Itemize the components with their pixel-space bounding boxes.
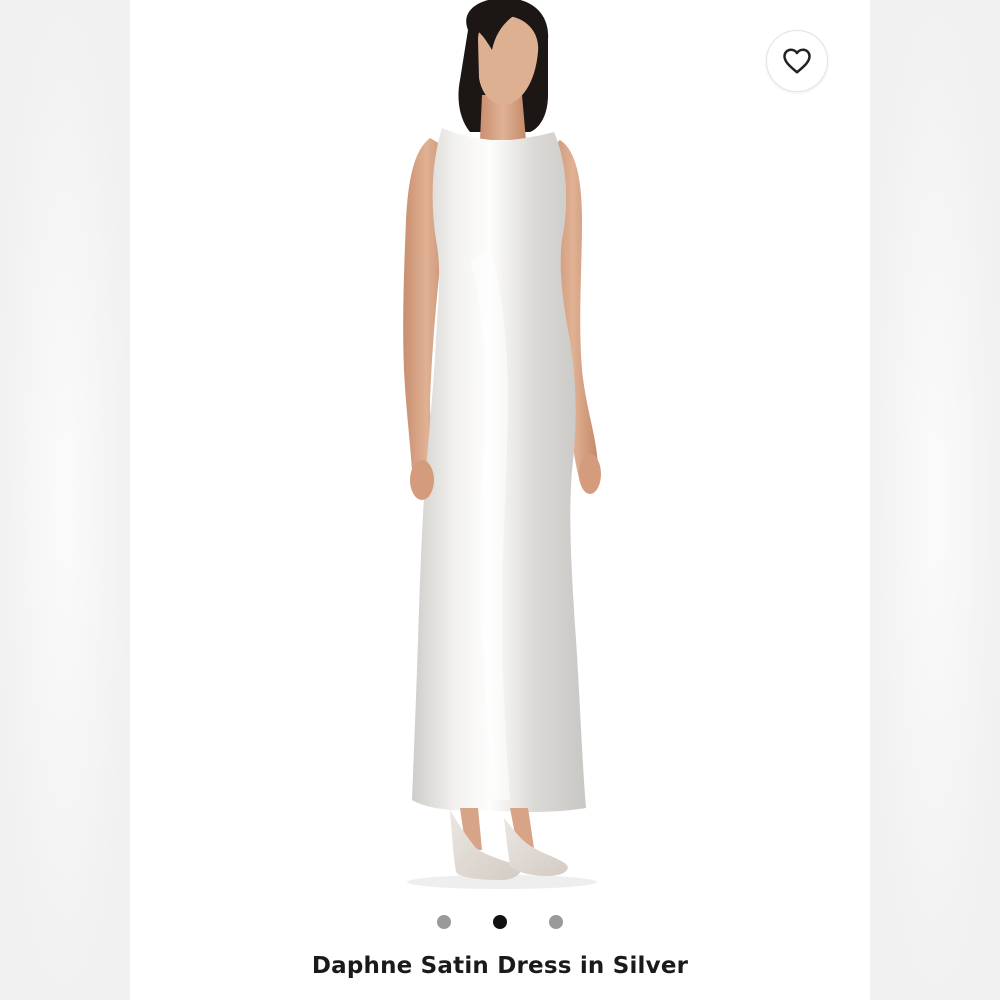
background-blur-right [870, 0, 1000, 1000]
left-hand [410, 460, 434, 500]
heart-icon [783, 48, 811, 74]
carousel-dot-2[interactable] [493, 915, 507, 929]
product-image[interactable] [130, 0, 870, 900]
right-hand [579, 454, 601, 494]
carousel-dot-1[interactable] [437, 915, 451, 929]
product-card: Daphne Satin Dress in Silver [130, 0, 870, 1000]
favorite-button[interactable] [766, 30, 828, 92]
carousel-indicators [130, 915, 870, 929]
product-title: Daphne Satin Dress in Silver [311, 953, 689, 979]
carousel-dot-3[interactable] [549, 915, 563, 929]
screen: Daphne Satin Dress in Silver [0, 0, 1000, 1000]
background-blur-left [0, 0, 130, 1000]
